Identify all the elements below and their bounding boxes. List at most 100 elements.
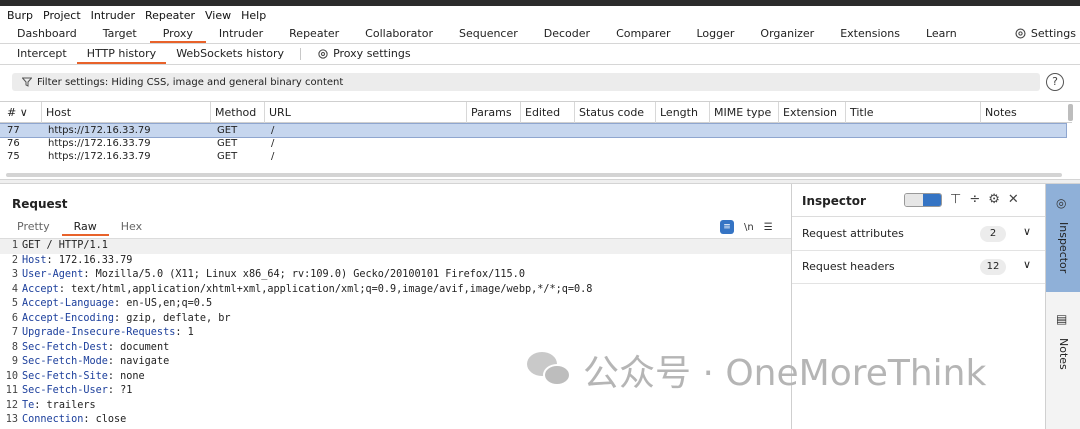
inspector-tools: ⊤ ÷ ⚙ ✕ bbox=[904, 193, 1019, 207]
request-line: 5 Accept-Language: en-US,en;q=0.5 bbox=[0, 297, 791, 312]
tab-collaborator[interactable]: Collaborator bbox=[352, 24, 446, 43]
menu-icon[interactable]: ☰ bbox=[764, 222, 773, 233]
menu-bar: Burp Project Intruder Repeater View Help bbox=[0, 6, 1080, 24]
header-name: Accept-Encoding bbox=[22, 312, 115, 324]
header-name: Te bbox=[22, 399, 35, 411]
cell-num: 76 bbox=[7, 138, 20, 149]
inspector-title: Inspector bbox=[802, 194, 866, 208]
request-tab-hex[interactable]: Hex bbox=[109, 219, 154, 236]
menu-burp[interactable]: Burp bbox=[0, 9, 38, 22]
table-header: # ∨ Host Method URL Params Edited Status code L… bbox=[0, 102, 1072, 123]
line-number: 7 bbox=[11, 327, 18, 338]
settings-label: Settings bbox=[1030, 27, 1076, 40]
chevron-down-icon[interactable]: ∨ bbox=[1023, 225, 1031, 238]
request-line: 9 Sec-Fetch-Mode: navigate bbox=[0, 355, 791, 370]
tab-intruder[interactable]: Intruder bbox=[206, 24, 276, 43]
filter-settings-bar[interactable]: Filter settings: Hiding CSS, image and g… bbox=[12, 73, 1040, 91]
header-value: : navigate bbox=[107, 356, 170, 367]
layout-vertical-icon[interactable] bbox=[923, 194, 941, 206]
request-title: Request bbox=[12, 197, 68, 211]
column-header-method[interactable]: Method bbox=[210, 102, 264, 123]
header-name: Sec-Fetch-Dest bbox=[22, 341, 108, 353]
cell-host: https://172.16.33.79 bbox=[48, 125, 151, 136]
tab-logger[interactable]: Logger bbox=[683, 24, 747, 43]
close-icon[interactable]: ✕ bbox=[1008, 193, 1019, 207]
line-number: 5 bbox=[11, 298, 18, 309]
menu-view[interactable]: View bbox=[200, 9, 236, 22]
column-header-notes[interactable]: Notes bbox=[980, 102, 1072, 123]
cell-url: / bbox=[271, 125, 275, 136]
request-line: 10 Sec-Fetch-Site: none bbox=[0, 370, 791, 385]
subtab-http-history[interactable]: HTTP history bbox=[76, 44, 167, 64]
tab-comparer[interactable]: Comparer bbox=[603, 24, 683, 43]
table-row[interactable]: 76 https://172.16.33.79 GET / bbox=[0, 137, 1066, 150]
column-header-title[interactable]: Title bbox=[845, 102, 980, 123]
header-value: GET / HTTP/1.1 bbox=[22, 240, 108, 251]
collapse-all-icon[interactable]: ÷ bbox=[969, 193, 980, 207]
request-tools: ≡ \n ☰ bbox=[720, 219, 773, 235]
chevron-down-icon[interactable]: ∨ bbox=[1023, 258, 1031, 271]
subtab-intercept[interactable]: Intercept bbox=[0, 44, 77, 64]
column-header-length[interactable]: Length bbox=[655, 102, 709, 123]
line-number: 4 bbox=[11, 283, 18, 295]
tab-target[interactable]: Target bbox=[90, 24, 150, 43]
inspector-gear-icon[interactable]: ⚙ bbox=[988, 193, 1000, 207]
filter-settings-text: Filter settings: Hiding CSS, image and g… bbox=[37, 76, 344, 88]
menu-repeater[interactable]: Repeater bbox=[140, 9, 200, 22]
sidebar-tab-inspector[interactable]: ◎ Inspector bbox=[1046, 184, 1080, 292]
column-header-host[interactable]: Host bbox=[41, 102, 210, 123]
request-line: 7 Upgrade-Insecure-Requests: 1 bbox=[0, 326, 791, 341]
tab-sequencer[interactable]: Sequencer bbox=[446, 24, 531, 43]
show-newlines-button[interactable]: \n bbox=[744, 222, 754, 233]
header-value: : text/html,application/xhtml+xml,applic… bbox=[58, 283, 593, 295]
request-editor[interactable]: 1 GET / HTTP/1.1 2 Host: 172.16.33.79 3 User-… bbox=[0, 238, 791, 429]
table-vertical-scrollbar[interactable] bbox=[1068, 104, 1073, 121]
header-name: Connection bbox=[22, 414, 84, 425]
inspector-section-request-attributes[interactable]: Request attributes 2 ∨ bbox=[792, 218, 1045, 251]
request-tab-pretty[interactable]: Pretty bbox=[0, 219, 62, 236]
layout-switch[interactable] bbox=[904, 193, 942, 207]
settings-button[interactable]: Settings bbox=[1014, 24, 1076, 43]
header-value: : none bbox=[107, 370, 145, 382]
subtab-websockets-history[interactable]: WebSockets history bbox=[166, 44, 294, 64]
expand-all-icon[interactable]: ⊤ bbox=[950, 193, 961, 207]
line-number: 8 bbox=[11, 341, 18, 353]
menu-help[interactable]: Help bbox=[236, 9, 271, 22]
cell-host: https://172.16.33.79 bbox=[48, 138, 151, 149]
header-value: : document bbox=[107, 341, 170, 353]
proxy-settings-button[interactable]: Proxy settings bbox=[307, 44, 421, 64]
proxy-subtabs: Intercept HTTP history WebSockets history P… bbox=[0, 44, 1080, 65]
help-icon[interactable]: ? bbox=[1046, 73, 1064, 91]
wrap-lines-icon[interactable]: ≡ bbox=[720, 220, 734, 234]
right-sidebar: ◎ Inspector ▤ Notes bbox=[1045, 184, 1080, 429]
layout-horizontal-icon[interactable] bbox=[905, 194, 923, 206]
request-line: 11 Sec-Fetch-User: ?1 bbox=[0, 384, 791, 399]
request-tab-raw[interactable]: Raw bbox=[61, 219, 109, 236]
column-header-params[interactable]: Params bbox=[466, 102, 520, 123]
column-header-edited[interactable]: Edited bbox=[520, 102, 574, 123]
tab-repeater[interactable]: Repeater bbox=[276, 24, 352, 43]
header-name: Sec-Fetch-Mode bbox=[22, 356, 108, 367]
menu-project[interactable]: Project bbox=[38, 9, 86, 22]
column-header-mime-type[interactable]: MIME type bbox=[709, 102, 778, 123]
menu-intruder[interactable]: Intruder bbox=[86, 9, 140, 22]
header-name: Accept bbox=[22, 283, 59, 295]
header-value: : Mozilla/5.0 (X11; Linux x86_64; rv:109… bbox=[83, 269, 525, 280]
tab-learn[interactable]: Learn bbox=[913, 24, 970, 43]
header-value: : gzip, deflate, br bbox=[114, 312, 231, 324]
tab-proxy[interactable]: Proxy bbox=[149, 24, 206, 43]
column-header-extension[interactable]: Extension bbox=[778, 102, 845, 123]
column-header-status-code[interactable]: Status code bbox=[574, 102, 655, 123]
table-row[interactable]: 77 https://172.16.33.79 GET / bbox=[0, 123, 1067, 138]
tab-dashboard[interactable]: Dashboard bbox=[0, 24, 90, 43]
column-header-number[interactable]: # ∨ bbox=[0, 102, 41, 123]
tab-decoder[interactable]: Decoder bbox=[531, 24, 603, 43]
column-header-url[interactable]: URL bbox=[264, 102, 466, 123]
tab-organizer[interactable]: Organizer bbox=[747, 24, 827, 43]
table-row[interactable]: 75 https://172.16.33.79 GET / bbox=[0, 150, 1066, 163]
request-line: 6 Accept-Encoding: gzip, deflate, br bbox=[0, 312, 791, 327]
table-horizontal-scrollbar[interactable] bbox=[6, 173, 1062, 177]
main-tabs: Dashboard Target Proxy Intruder Repeater Coll… bbox=[0, 24, 1080, 44]
inspector-section-request-headers[interactable]: Request headers 12 ∨ bbox=[792, 251, 1045, 284]
tab-extensions[interactable]: Extensions bbox=[827, 24, 913, 43]
